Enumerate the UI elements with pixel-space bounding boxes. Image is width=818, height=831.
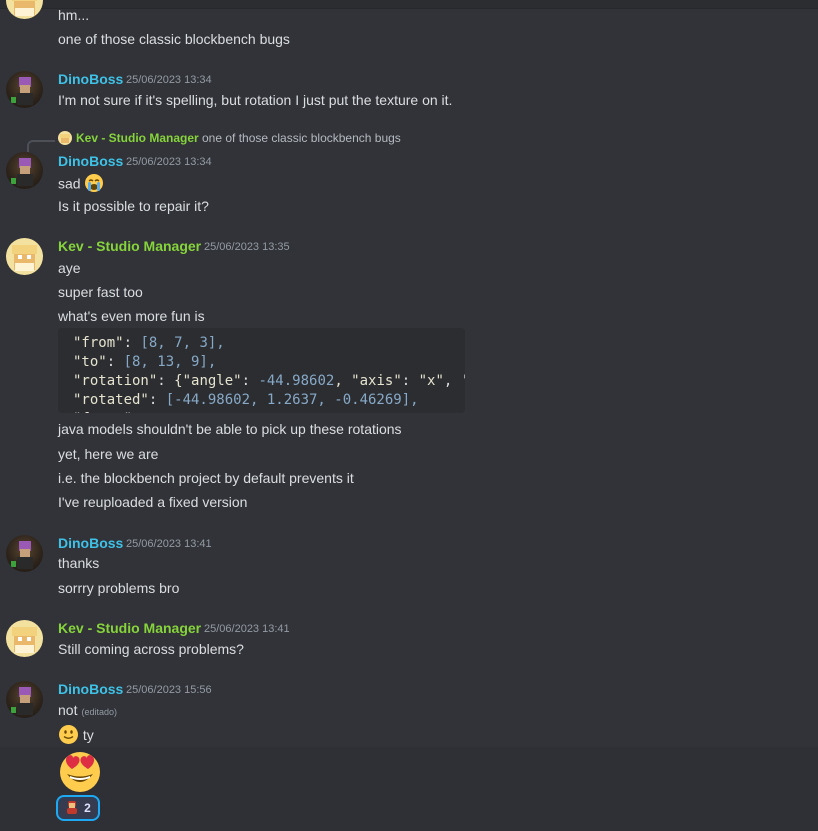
code-part: , "axis" <box>334 373 402 389</box>
dino-avatar-icon[interactable] <box>6 152 43 189</box>
code-values: [-44.98602, 1.2637, -0.46269], <box>165 392 419 408</box>
message-text: Still coming across problems? <box>58 641 244 657</box>
top-bar <box>0 0 818 9</box>
reply-connector <box>27 140 55 152</box>
timestamp[interactable]: 25/06/2023 13:35 <box>204 238 290 256</box>
code-part: , ' <box>443 373 465 389</box>
message-text: I've reuploaded a fixed version <box>58 494 248 510</box>
reaction-button[interactable]: 2 <box>56 795 100 821</box>
message-hover-highlight <box>0 747 818 831</box>
code-block[interactable]: "from": [8, 7, 3], "to": [8, 13, 9], "ro… <box>58 328 465 413</box>
reply-preview-text[interactable]: one of those classic blockbench bugs <box>202 130 401 146</box>
code-part: {"angle" <box>174 373 242 389</box>
code-line: "faces": <box>73 410 465 413</box>
dino-avatar-icon[interactable] <box>6 681 43 718</box>
message-text: not (editado) <box>58 701 117 721</box>
crying-face-emoji <box>84 173 104 197</box>
kev-avatar-icon[interactable] <box>6 238 43 275</box>
slightly-smiling-face-emoji <box>58 724 79 749</box>
code-line: "rotation": {"angle": -44.98602, "axis":… <box>73 372 465 391</box>
message-text: thanks <box>58 555 100 571</box>
timestamp[interactable]: 25/06/2023 13:34 <box>126 71 212 89</box>
message-text: sorrry problems bro <box>58 580 180 596</box>
dino-avatar-icon[interactable] <box>6 535 43 572</box>
code-line: "rotated": [-44.98602, 1.2637, -0.46269]… <box>73 392 419 408</box>
message-text: yet, here we are <box>58 446 159 462</box>
kev-avatar-icon[interactable] <box>58 131 72 145</box>
message-text: ty <box>58 724 94 749</box>
code-number: -44.98602 <box>258 373 335 389</box>
dino-avatar-icon[interactable] <box>6 71 43 108</box>
code-values: : <box>132 411 140 413</box>
code-key: "rotation" <box>73 373 158 389</box>
author-name[interactable]: Kev - Studio Manager <box>58 619 201 637</box>
message-text: hm... <box>58 7 90 23</box>
message-text-part: not <box>58 702 78 718</box>
author-name[interactable]: DinoBoss <box>58 152 123 170</box>
author-name[interactable]: DinoBoss <box>58 680 123 698</box>
kev-avatar-icon[interactable] <box>6 620 43 657</box>
message-text: aye <box>58 260 81 276</box>
reply-author[interactable]: Kev - Studio Manager <box>76 130 199 146</box>
edited-label: (editado) <box>81 707 117 717</box>
message-text-part: ty <box>82 727 94 744</box>
message-text: what's even more fun is <box>58 308 205 324</box>
code-line: "from": [8, 7, 3], <box>73 335 225 351</box>
code-line: "to": [8, 13, 9], <box>73 354 217 370</box>
timestamp[interactable]: 25/06/2023 13:41 <box>126 535 212 553</box>
message-text: I'm not sure if it's spelling, but rotat… <box>58 92 453 108</box>
timestamp[interactable]: 25/06/2023 15:56 <box>126 681 212 699</box>
message-text: i.e. the blockbench project by default p… <box>58 470 354 486</box>
timestamp[interactable]: 25/06/2023 13:34 <box>126 153 212 171</box>
message-text-part: sad <box>58 175 81 192</box>
timestamp[interactable]: 25/06/2023 13:41 <box>204 620 290 638</box>
message-text: super fast too <box>58 284 143 300</box>
kev-avatar-icon[interactable] <box>6 0 43 19</box>
code-values: [8, 7, 3], <box>140 335 225 351</box>
code-values: [8, 13, 9], <box>123 354 217 370</box>
reaction-person-emoji <box>65 800 79 817</box>
message-text: java models shouldn't be able to pick up… <box>58 421 402 437</box>
author-name[interactable]: DinoBoss <box>58 70 123 88</box>
message-text: sad <box>58 173 104 197</box>
author-name[interactable]: Kev - Studio Manager <box>58 237 201 255</box>
message-text: one of those classic blockbench bugs <box>58 31 290 47</box>
code-key: "rotated" <box>73 392 149 408</box>
reaction-content[interactable]: 2 <box>60 799 96 817</box>
heart-eyes-emoji <box>57 748 103 794</box>
code-key: "faces" <box>73 411 132 413</box>
code-key: "from" <box>73 335 124 351</box>
reaction-count: 2 <box>84 801 91 815</box>
code-key: "to" <box>73 354 107 370</box>
message-text: Is it possible to repair it? <box>58 198 209 214</box>
code-string: "x" <box>418 373 444 389</box>
author-name[interactable]: DinoBoss <box>58 534 123 552</box>
